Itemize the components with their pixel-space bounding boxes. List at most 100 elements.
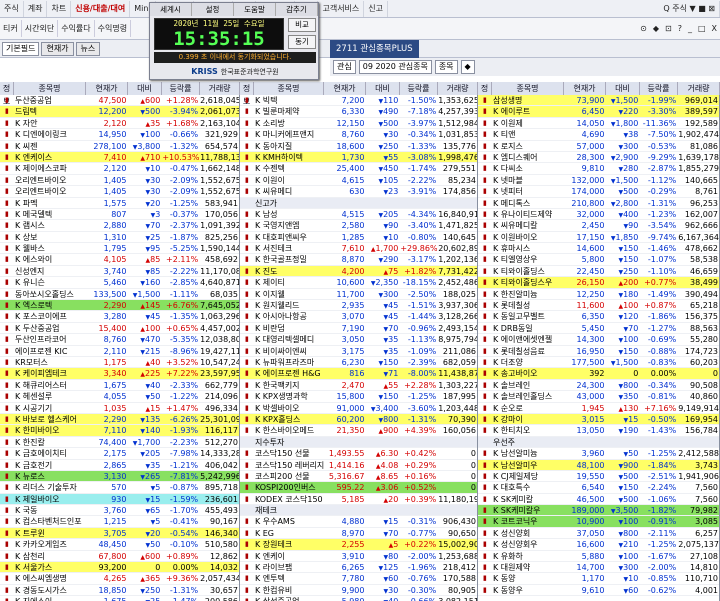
stock-row[interactable]: ▮ K KPX생명과학 15,800 ▼150 -1.25% 187,995 bbox=[240, 391, 477, 403]
stock-name[interactable]: K 한컴유비 bbox=[254, 585, 324, 595]
stock-name[interactable]: 에이프로젠 KIC bbox=[14, 346, 86, 356]
stock-name[interactable]: K 코트코닉우 bbox=[492, 516, 564, 526]
toolbar-item[interactable]: 수익명령 bbox=[95, 20, 132, 37]
stock-name[interactable]: K 에이앤에셋엔젤 bbox=[492, 334, 564, 344]
stock-row[interactable]: ▮ K 동일고무벨트 6,350 ▼120 -1.86% 156,375 bbox=[478, 311, 719, 323]
window-control-button[interactable]: _ bbox=[685, 24, 695, 33]
stock-row[interactable]: ▮ K 남성 4,515▼205 -4.34%16,840,914 bbox=[240, 209, 477, 221]
menu-item[interactable]: 주식 bbox=[0, 0, 24, 17]
stock-name[interactable]: K 진도 bbox=[254, 266, 324, 276]
stock-row[interactable]: ▮ K 씨유메디 630 ▼23 -3.91% 174,856 bbox=[240, 186, 477, 198]
menu-item[interactable]: 계좌 bbox=[24, 0, 48, 17]
stock-row[interactable]: ▮ K 송고바이오 392 0 0.00% 0 bbox=[478, 368, 719, 380]
stock-name[interactable]: K 대영리텍셀메디 bbox=[254, 334, 324, 344]
stock-name[interactable]: K 씨유메디 bbox=[254, 186, 324, 196]
stock-row[interactable]: ▮ K 아시아나항공 3,070 ▼45 -1.44% 3,128,266 bbox=[240, 311, 477, 323]
stock-row[interactable]: ▮ K 빌룬마제약 6,330 ▼490 -7.18% 4,257,393 bbox=[240, 106, 477, 118]
stock-name[interactable]: K 삼성중공업 bbox=[254, 596, 324, 601]
stock-row[interactable]: ▮ K CJ제일제당 19,550 ▼500 -2.51% 1,941,906 bbox=[478, 471, 719, 483]
stock-row[interactable]: ▮ K 순오로 1,945 ▲130 +7.16% 9,149,914 bbox=[478, 403, 719, 414]
stock-name[interactable]: K 로지스 bbox=[492, 141, 564, 151]
stock-name[interactable]: K 비란덤 bbox=[254, 323, 324, 333]
sync-button[interactable]: 동기 bbox=[288, 35, 316, 49]
stock-row[interactable]: ▮ K 에스씨엠생명 4,265 ▲365 +9.36% 2,057,434 bbox=[0, 573, 239, 585]
stock-name[interactable]: K 유나이티드제약 bbox=[492, 209, 564, 219]
stock-name[interactable]: K 제이티 bbox=[254, 277, 324, 287]
column-header[interactable]: 현재가 bbox=[564, 82, 606, 95]
stock-name[interactable]: 지수투자 bbox=[254, 437, 324, 447]
stock-name[interactable]: K 대호피앤씨우 bbox=[254, 232, 324, 242]
stock-row[interactable]: ▮ K 대호특수 6,540 ▼150 -2.24% 7,560 bbox=[478, 482, 719, 494]
stock-name[interactable]: K 롯데칠성음료 bbox=[492, 346, 564, 356]
stock-row[interactable]: 우선주 bbox=[478, 436, 719, 449]
stock-row[interactable]: ▮ K 상보 1,310 ▼25 -1.87% 825,256 bbox=[0, 232, 239, 244]
stock-row[interactable]: ▮ K 한스바이오메드 21,350 ▲900 +4.39% 160,056 bbox=[240, 425, 477, 437]
stock-row[interactable]: ▮ K 제이에스코파 2,120 ▼10 -0.47% 1,662,148 bbox=[0, 163, 239, 175]
stock-row[interactable]: ▮ K 두산중공업 15,400 ▲100 +0.65% 4,457,002 bbox=[0, 323, 239, 335]
stock-row[interactable]: ▮ K KMH하이텍 1,730 ▼55 -3.08% 1,998,476 bbox=[240, 151, 477, 164]
stock-row[interactable]: ▮ 신성엔지 3,740▼85 -2.22%11,170,089 bbox=[0, 266, 239, 278]
stock-row[interactable]: ▮ K 이원제 14,050 ▼1,800 -11.36% 192,589 bbox=[478, 118, 719, 130]
stock-row[interactable]: ▮ K 씨젠 278,100 ▼3,800 -1.32% 654,574 bbox=[0, 141, 239, 152]
stock-row[interactable]: ▮ K 강마이 3,015 ▼15 -0.50% 169,954 bbox=[478, 413, 719, 426]
stock-name[interactable]: K 에이루트 bbox=[492, 106, 564, 116]
stock-row[interactable]: 신고가 bbox=[240, 197, 477, 209]
stock-name[interactable]: K 우수AMS bbox=[254, 516, 324, 526]
stock-name[interactable]: K 남선알미늄 bbox=[492, 448, 564, 458]
stock-row[interactable]: ▮ K EG 8,970 ▼70 -0.77% 90,650 bbox=[240, 528, 477, 540]
stock-row[interactable]: ▮ K 램시스 2,880 ▼70 -2.37% 1,091,392 bbox=[0, 220, 239, 232]
stock-row[interactable]: ▮ 코스닥150 선물 1,493.55 ▲6.30 +0.42% 0 bbox=[240, 448, 477, 460]
tab-help[interactable]: 도움말 bbox=[234, 3, 276, 16]
stock-name[interactable]: K 씨유메디칼 bbox=[492, 220, 564, 230]
stock-name[interactable]: K 솔브레인 bbox=[492, 380, 564, 390]
stock-name[interactable]: K 엑스로텍 bbox=[14, 300, 86, 310]
stock-name[interactable]: K 남선알미우 bbox=[492, 460, 564, 470]
stock-name[interactable]: K 금호에이치티 bbox=[14, 448, 86, 458]
stock-row[interactable]: ▮ K 제이티 10,600 ▼2,350 -18.15% 2,452,486 bbox=[240, 277, 477, 289]
stock-row[interactable]: ▮ K 이원이 4,615 ▼105 -2.22% 85,234 bbox=[240, 175, 477, 187]
stock-row[interactable]: ▮ K 삼천리 67,800 ▲600 +0.89% 12,862 bbox=[0, 551, 239, 563]
stock-name[interactable]: K 국동 bbox=[14, 505, 86, 515]
field-select[interactable]: 기본필드 bbox=[2, 41, 40, 56]
stock-name[interactable]: 신성엔지 bbox=[14, 266, 86, 276]
stock-name[interactable]: K 이원제 bbox=[492, 118, 564, 128]
stock-row[interactable]: ▮ K 유화하 5,880 ▼100 -1.67% 27,108 bbox=[478, 551, 719, 563]
stock-name[interactable]: K SK케미칼 bbox=[492, 494, 564, 504]
stock-name[interactable]: K 성신양회우 bbox=[492, 539, 564, 549]
stock-row[interactable]: ▮ K SK케미칼 46,500 ▼500 -1.06% 7,560 bbox=[478, 494, 719, 506]
stock-name[interactable]: K 엔케이스 bbox=[14, 152, 86, 162]
stock-row[interactable]: ▮ KODEX 코스닥150 5,185▲20 +0.39%11,180,191 bbox=[240, 494, 477, 506]
stock-name[interactable]: K 두산중공업 bbox=[14, 323, 86, 333]
column-header[interactable]: 종목명 bbox=[254, 82, 324, 95]
stock-row[interactable]: ▮ K 라이브팹 6,265 ▼125 -1.96% 218,412 bbox=[240, 562, 477, 574]
stock-row[interactable]: 재테크 bbox=[240, 505, 477, 517]
stock-row[interactable]: ▮ K 한미바이오 7,110 ▼140 -1.93% 116,117 bbox=[0, 425, 239, 437]
stock-name[interactable]: K 에이프로젠 H&G bbox=[254, 368, 324, 378]
stock-name[interactable]: K 헤센설루 bbox=[14, 391, 86, 401]
stock-row[interactable]: ▮ K 카카오게임즈 48,450 ▼50 -0.10% 510,580 bbox=[0, 539, 239, 551]
stock-row[interactable]: ▮ K 컴스타벤처드인포 1,215 ▼5 -0.41% 90,167 bbox=[0, 516, 239, 528]
stock-row[interactable]: ▮ K 금호에이치티 2,175▼205 -7.98%14,333,282 bbox=[0, 448, 239, 460]
stock-name[interactable]: K 에스씨엠생명 bbox=[14, 573, 86, 583]
window-control-button[interactable]: X bbox=[709, 24, 720, 33]
stock-row[interactable]: ▮ K 한국팩키지 2,470 ▲55 +2.28% 1,303,227 bbox=[240, 380, 477, 392]
stock-row[interactable]: ▮K 삼성중공업5,980▼40-0.66%3,082,151 bbox=[240, 596, 477, 601]
stock-row[interactable]: ▮ K 케이피엠테크 3,340▲225 +7.22%23,597,951 bbox=[0, 368, 239, 380]
stock-name[interactable]: K 한국팩키지 bbox=[254, 380, 324, 390]
stock-name[interactable]: K 빅텍 bbox=[254, 95, 324, 105]
stock-row[interactable]: ▮ K 에이앤에셋엔젤 14,300 ▼100 -0.69% 55,280 bbox=[478, 334, 719, 346]
stock-name[interactable]: K 파멕 bbox=[14, 198, 86, 208]
stock-row[interactable]: ▮ 동아쏘시오홀딩스 133,500 ▼1,500 -1.11% 68,035 bbox=[0, 289, 239, 301]
toolbar-item[interactable]: 티커 bbox=[0, 20, 22, 37]
stock-row[interactable]: ▮ K 티와이홀딩스우 26,150 ▲200 +0.77% 38,499 bbox=[478, 277, 719, 289]
diamond-button[interactable]: ◆ bbox=[460, 60, 475, 74]
column-header[interactable]: 등락률 bbox=[640, 82, 678, 95]
stock-row[interactable]: ▮ K 진도 4,200 ▲75 +1.82% 7,731,422 bbox=[240, 265, 477, 278]
stock-name[interactable]: K 한진알미늄 bbox=[492, 289, 564, 299]
stock-row[interactable]: ▮ K 트루윈 3,705 ▼20 -0.54% 146,340 bbox=[0, 527, 239, 540]
stock-name[interactable]: K EG bbox=[254, 528, 324, 538]
stock-name[interactable]: K 송고바이오 bbox=[492, 368, 564, 378]
stock-name[interactable]: K 해큐리어스터 bbox=[14, 380, 86, 390]
stock-name[interactable]: K 동일고무벨트 bbox=[492, 311, 564, 321]
stock-name[interactable]: K 경동도시가스 bbox=[14, 585, 86, 595]
